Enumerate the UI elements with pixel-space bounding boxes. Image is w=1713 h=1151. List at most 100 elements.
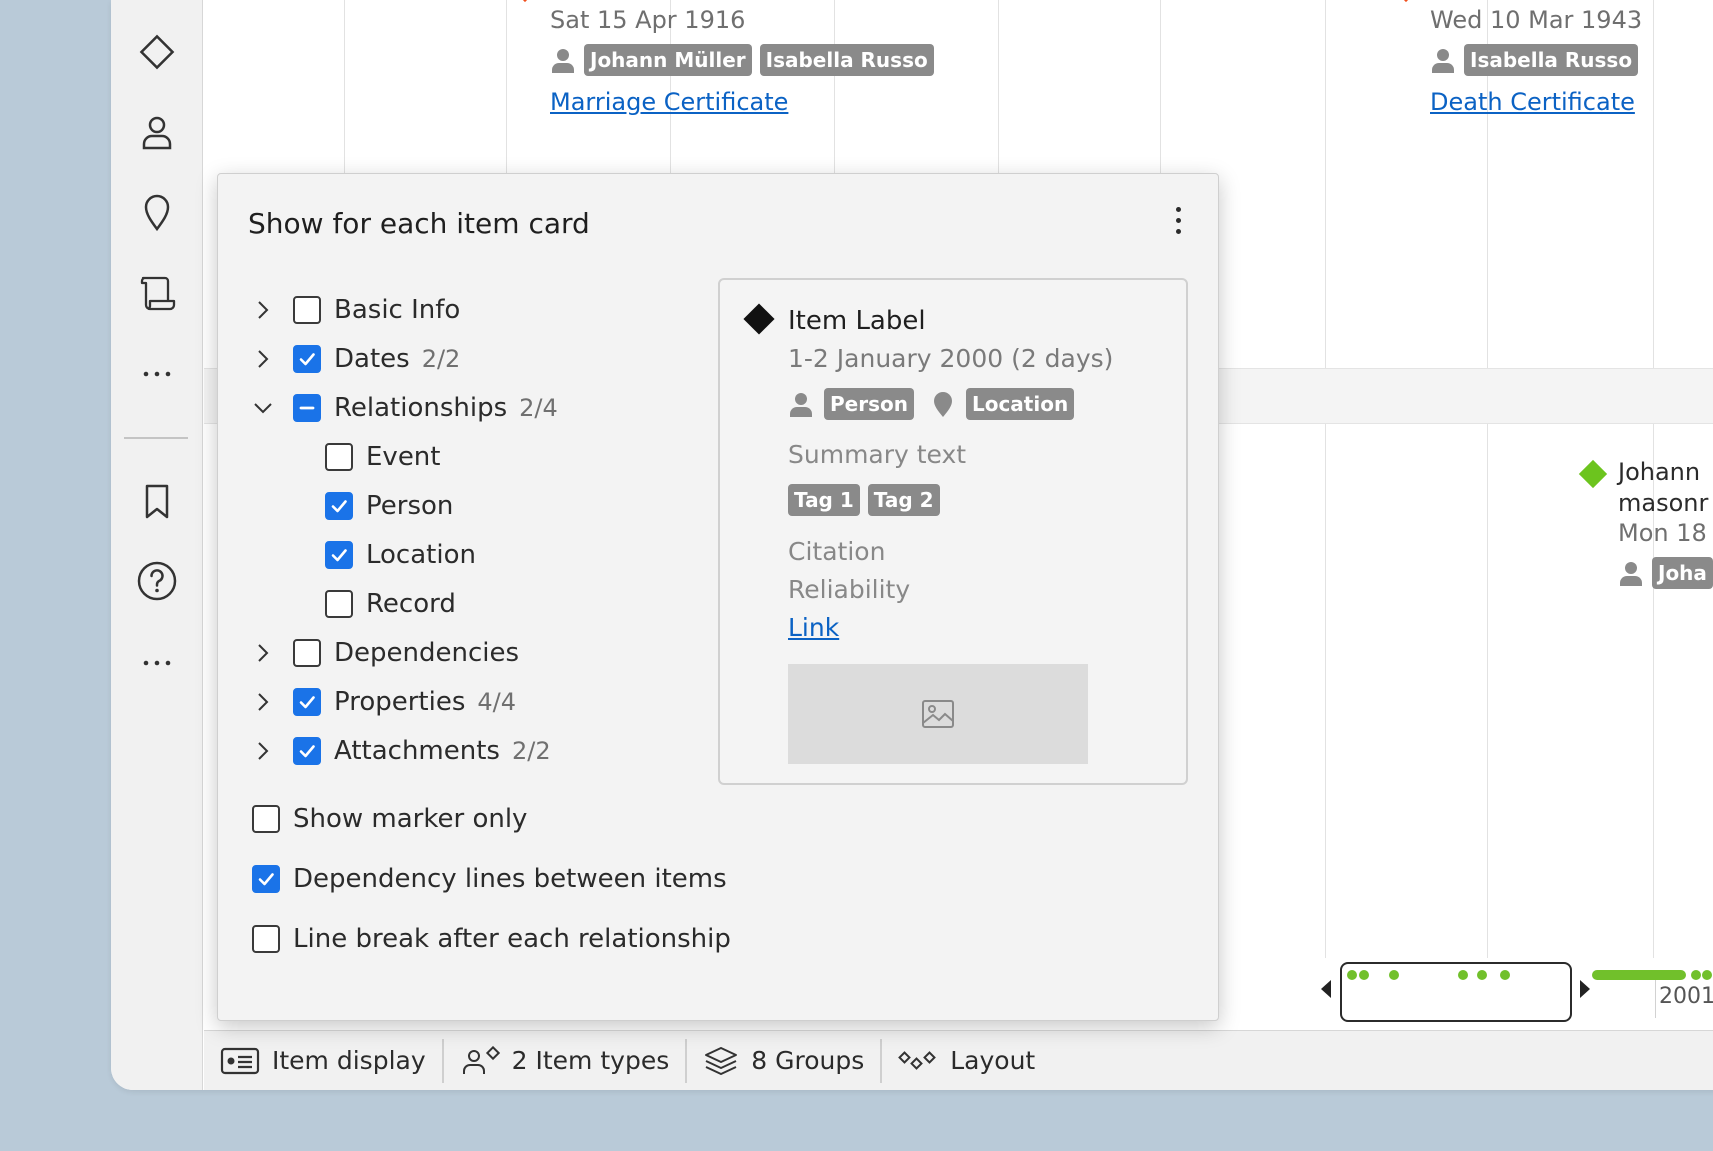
tree-label: Dependencies (334, 638, 520, 668)
option-label: Dependency lines between items (293, 864, 727, 894)
popover-menu-button[interactable] (1163, 202, 1193, 238)
tree-count: 4/4 (477, 688, 517, 716)
event-card-marriage[interactable]: Sat 15 Apr 1916 Johann Müller Isabella R… (550, 6, 934, 116)
grid-line (506, 0, 507, 173)
person-icon[interactable] (133, 108, 181, 156)
overview-dot (1389, 970, 1399, 980)
event-marker-icon[interactable] (1397, 0, 1415, 6)
chevron-down-icon[interactable] (251, 396, 275, 420)
tree-count: 2/2 (511, 737, 551, 765)
chevron-right-icon[interactable] (251, 690, 275, 714)
tree-row-relationships[interactable]: Relationships 2/4 (251, 388, 558, 428)
person-chip[interactable]: Isabella Russo (1464, 44, 1639, 76)
event-marker-icon[interactable] (1576, 457, 1610, 491)
grid-line (1325, 0, 1326, 958)
checkbox[interactable] (325, 443, 353, 471)
tree-label: Properties (334, 687, 466, 717)
checkbox[interactable] (325, 492, 353, 520)
status-bar: Item display 2 Item types 8 Groups Layou… (204, 1030, 1713, 1090)
scroll-right-arrow[interactable] (1580, 980, 1590, 998)
person-chip[interactable]: Johann Müller (584, 44, 752, 76)
record-link[interactable]: Death Certificate (1430, 88, 1635, 116)
person-chip[interactable]: Isabella Russo (759, 44, 934, 76)
person-icon (1432, 49, 1454, 73)
event-card-death[interactable]: Wed 10 Mar 1943 Isabella Russo Death Cer… (1430, 6, 1642, 116)
tree-row-record[interactable]: Record (325, 584, 456, 624)
left-rail (111, 0, 203, 1090)
layout-button[interactable]: Layout (882, 1041, 1051, 1081)
chevron-right-icon[interactable] (251, 347, 275, 371)
event-card-partial[interactable]: Johann masonr Mon 18 Joha (1618, 457, 1713, 589)
item-card-display-popover: Show for each item card Basic Info Dates 2… (217, 173, 1219, 1021)
person-chip[interactable]: Joha (1652, 557, 1713, 589)
item-marker-icon (743, 303, 775, 335)
tree-row-dates[interactable]: Dates 2/2 (251, 339, 460, 379)
preview-tag: Tag 1 (788, 484, 860, 516)
overview-dot (1359, 970, 1369, 980)
overview-dot (1477, 970, 1487, 980)
tree-label: Dates (334, 344, 410, 374)
item-types-icon (462, 1045, 500, 1074)
tree-label: Event (366, 442, 441, 472)
tree-row-basic-info[interactable]: Basic Info (251, 290, 460, 330)
person-icon (790, 393, 812, 417)
bookmark-icon[interactable] (133, 477, 181, 525)
overview-year-label: 2001 (1659, 984, 1713, 1009)
tree-label: Basic Info (334, 295, 461, 325)
overview-strip[interactable]: 2001 (1217, 958, 1713, 1030)
event-marker-icon[interactable] (516, 0, 534, 6)
preview-reliability: Reliability (788, 575, 911, 604)
help-icon[interactable] (133, 557, 181, 605)
location-pin-icon (933, 392, 952, 417)
checkbox[interactable] (293, 737, 321, 765)
more-icon[interactable] (133, 637, 181, 685)
preview-date: 1-2 January 2000 (2 days) (788, 344, 1114, 373)
option-row[interactable]: Dependency lines between items (252, 859, 727, 899)
layout-label: Layout (950, 1046, 1036, 1075)
tree-row-properties[interactable]: Properties 4/4 (251, 682, 516, 722)
rail-divider (124, 437, 188, 439)
tree-label: Record (366, 589, 456, 619)
overview-window[interactable] (1340, 962, 1572, 1022)
checkbox[interactable] (293, 296, 321, 324)
groups-label: 8 Groups (751, 1046, 865, 1075)
checkbox[interactable] (325, 541, 353, 569)
option-row[interactable]: Line break after each relationship (252, 919, 731, 959)
tree-count: 2/4 (519, 394, 558, 422)
option-checkbox[interactable] (252, 805, 280, 833)
item-display-button[interactable]: Item display (204, 1041, 442, 1081)
overview-range-bar (1592, 970, 1686, 980)
option-checkbox[interactable] (252, 865, 280, 893)
scroll-record-icon[interactable] (133, 268, 181, 316)
record-link[interactable]: Marriage Certificate (550, 88, 788, 116)
chevron-right-icon[interactable] (251, 298, 275, 322)
more-icon[interactable] (133, 348, 181, 396)
checkbox[interactable] (293, 345, 321, 373)
scroll-left-arrow[interactable] (1321, 980, 1331, 998)
tree-row-location[interactable]: Location (325, 535, 476, 575)
groups-button[interactable]: 8 Groups (687, 1041, 880, 1081)
option-row[interactable]: Show marker only (252, 799, 527, 839)
checkbox[interactable] (293, 639, 321, 667)
tree-row-event[interactable]: Event (325, 437, 440, 477)
item-types-button[interactable]: 2 Item types (444, 1041, 686, 1081)
overview-dot (1691, 970, 1701, 980)
option-label: Show marker only (293, 804, 528, 834)
checkbox[interactable] (293, 394, 321, 422)
items-diamond-icon[interactable] (133, 28, 181, 76)
tree-label: Location (366, 540, 476, 570)
year-tick (1655, 980, 1656, 1018)
preview-citation: Citation (788, 537, 886, 566)
tree-label: Relationships (334, 393, 508, 423)
chevron-right-icon[interactable] (251, 739, 275, 763)
tree-row-attachments[interactable]: Attachments 2/2 (251, 731, 551, 771)
tree-row-dependencies[interactable]: Dependencies (251, 633, 519, 673)
checkbox[interactable] (293, 688, 321, 716)
event-title: Johann (1618, 458, 1701, 486)
option-checkbox[interactable] (252, 925, 280, 953)
checkbox[interactable] (325, 590, 353, 618)
chevron-right-icon[interactable] (251, 641, 275, 665)
preview-link: Link (788, 613, 840, 642)
location-pin-icon[interactable] (133, 188, 181, 236)
tree-row-person[interactable]: Person (325, 486, 453, 526)
